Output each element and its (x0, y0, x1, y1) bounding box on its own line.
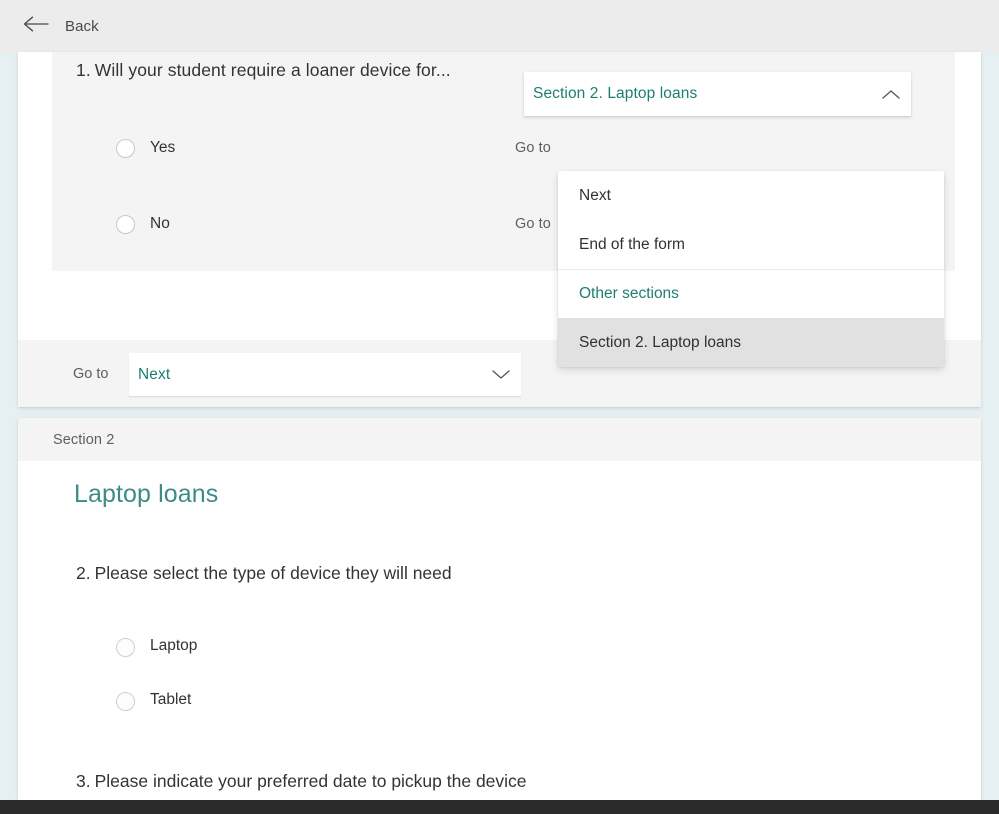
section-2-header-label: Section 2 (53, 431, 115, 448)
question-2-title: 2. Please select the type of device they … (76, 563, 452, 584)
chevron-up-icon[interactable] (881, 72, 901, 116)
canvas-right-rail (981, 52, 999, 814)
section-branching-combobox[interactable]: Next (129, 353, 521, 397)
question-3-number: 3. (76, 771, 91, 791)
radio-button-no[interactable] (116, 214, 135, 234)
section-2-title[interactable]: Laptop loans (74, 480, 218, 509)
form-designer-page: Back 1. Will your student require a loane… (0, 0, 999, 814)
choice-label-laptop: Laptop (150, 637, 198, 654)
branching-combobox-yes[interactable]: Section 2. Laptop loans (524, 72, 911, 116)
question-1-number: 1. (76, 60, 91, 80)
section-2-header: Section 2 (18, 418, 981, 461)
branching-dropdown-list[interactable]: Next End of the form Other sections Sect… (558, 171, 944, 367)
question-2-choice-row-tablet: Tablet (18, 682, 981, 722)
question-1-choice-row-yes: Yes Go to (52, 124, 955, 172)
section-footer-goto-label: Go to (73, 365, 109, 382)
dropdown-option-section-2-laptop-loans[interactable]: Section 2. Laptop loans (558, 318, 944, 367)
question-3-title: 3. Please indicate your preferred date to… (76, 771, 527, 792)
question-1-title: 1. Will your student require a loaner dev… (76, 60, 451, 81)
back-button[interactable]: Back (17, 7, 105, 45)
browser-bottom-chrome (0, 800, 999, 814)
goto-label-yes: Go to (515, 140, 551, 156)
section-branching-combobox-value: Next (138, 365, 171, 383)
dropdown-option-end-of-form[interactable]: End of the form (558, 220, 944, 269)
choice-label-tablet: Tablet (150, 691, 192, 708)
top-command-bar: Back (0, 0, 999, 52)
question-2-text: Please select the type of device they wi… (94, 563, 452, 583)
dropdown-group-header-other-sections: Other sections (558, 269, 944, 318)
goto-label-no: Go to (515, 216, 551, 232)
radio-button-laptop[interactable] (116, 638, 135, 657)
dropdown-option-next[interactable]: Next (558, 171, 944, 220)
branching-combobox-yes-value: Section 2. Laptop loans (533, 85, 698, 102)
question-2-number: 2. (76, 563, 91, 583)
canvas-left-rail (0, 52, 18, 814)
question-2-choice-row-laptop: Laptop (18, 628, 981, 668)
radio-button-yes[interactable] (116, 138, 135, 158)
radio-button-tablet[interactable] (116, 692, 135, 711)
arrow-left-icon (23, 15, 49, 38)
choice-label-yes: Yes (150, 139, 176, 156)
section-2-card: Section 2 Laptop loans 2. Please select t… (18, 418, 981, 800)
back-label: Back (65, 17, 99, 35)
question-3-text: Please indicate your preferred date to p… (94, 771, 527, 791)
choice-label-no: No (150, 215, 170, 232)
chevron-down-icon[interactable] (491, 353, 511, 396)
question-1-text: Will your student require a loaner devic… (94, 60, 451, 80)
